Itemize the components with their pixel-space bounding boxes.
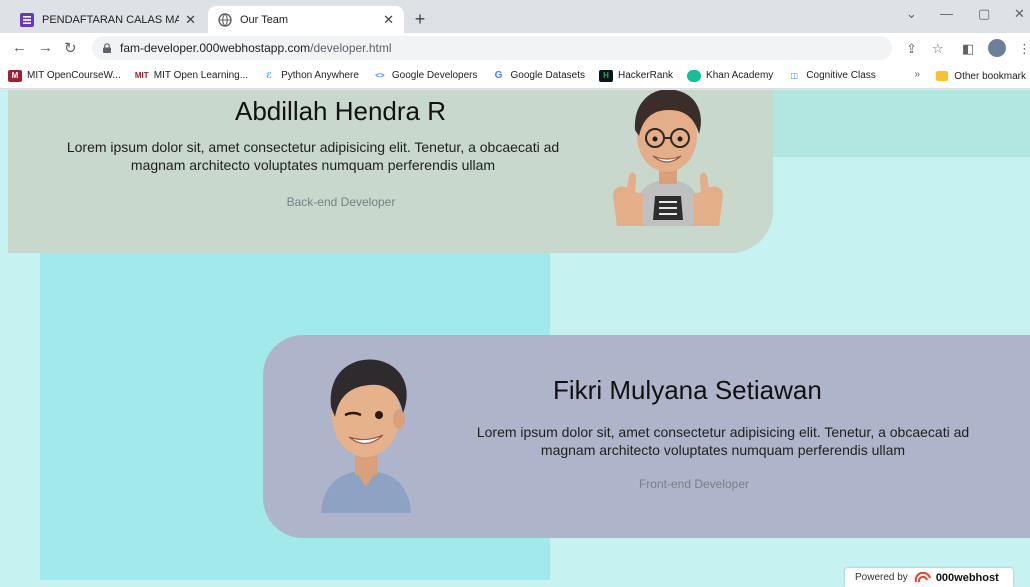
powered-by-badge[interactable]: Powered by 000webhost (845, 568, 1013, 587)
star-icon[interactable]: ☆ (932, 41, 944, 57)
hackerrank-icon: H (599, 69, 613, 82)
member-name: Fikri Mulyana Setiawan (553, 375, 822, 405)
member-description: Lorem ipsum dolor sit, amet consectetur … (28, 138, 598, 174)
team-member-card: Fikri Mulyana Setiawan Lorem ipsum dolor… (263, 335, 1030, 538)
share-icon[interactable]: ⇪ (906, 41, 917, 57)
bookmark-label: Cognitive Class (806, 70, 876, 81)
powered-by-brand: 000webhost (935, 571, 999, 584)
bookmark-item[interactable]: H HackerRank (599, 69, 674, 82)
bookmark-item[interactable]: Khan Academy (687, 69, 774, 82)
menu-icon[interactable]: ⋮ (1018, 41, 1030, 57)
browser-tab-strip: PENDAFTARAN CALAS MATHDA ✕ Our Team ✕ + … (0, 0, 1030, 33)
bookmarks-bar: M MIT OpenCourseW... MIT MIT Open Learni… (0, 63, 1030, 89)
python-icon: ℰ (262, 69, 277, 82)
description-line: magnam architecto voluptates numquam per… (540, 442, 906, 458)
restore-icon[interactable]: ▢ (978, 6, 990, 22)
other-bookmarks-label: Other bookmark (954, 70, 1026, 82)
bookmark-item[interactable]: ℰ Python Anywhere (262, 69, 359, 82)
member-name: Abdillah Hendra R (235, 96, 447, 126)
khan-icon (687, 69, 702, 82)
close-icon[interactable]: ✕ (383, 12, 394, 28)
bookmark-item[interactable]: MIT MIT Open Learning... (134, 69, 249, 82)
url-path: /developer.html (310, 41, 392, 55)
member-avatar-image (321, 359, 411, 513)
close-icon[interactable]: ✕ (185, 12, 196, 28)
tab-title: Our Team (240, 13, 289, 26)
forms-icon (20, 12, 34, 27)
description-line: Lorem ipsum dolor sit, amet consectetur … (476, 424, 970, 440)
tab-our-team[interactable]: Our Team ✕ (208, 6, 404, 33)
back-icon[interactable]: ← (12, 39, 27, 56)
bookmark-label: MIT Open Learning... (153, 70, 249, 81)
powered-by-text: Powered by (855, 572, 908, 583)
bookmark-label: HackerRank (618, 70, 674, 81)
bookmark-item[interactable]: G Google Datasets (491, 69, 586, 82)
browser-toolbar: ← → ↻ fam-developer.000webhostapp.com/de… (0, 33, 1030, 63)
team-member-card: Abdillah Hendra R Lorem ipsum dolor sit,… (8, 90, 773, 253)
bookmark-item[interactable]: <> Google Developers (372, 69, 478, 82)
mit-ocw-icon: M (8, 69, 22, 82)
google-icon: G (491, 69, 506, 82)
more-bookmarks-button[interactable]: » (914, 69, 920, 80)
url-host: fam-developer.000webhostapp.com (120, 41, 311, 55)
bookmark-item[interactable]: M MIT OpenCourseW... (8, 69, 121, 82)
bookmark-label: MIT OpenCourseW... (27, 70, 121, 81)
member-description: Lorem ipsum dolor sit, amet consectetur … (453, 423, 993, 459)
globe-icon (218, 12, 232, 27)
other-bookmarks-folder[interactable]: Other bookmark (936, 63, 1030, 88)
lock-icon (103, 43, 111, 53)
tab-pendaftaran[interactable]: PENDAFTARAN CALAS MATHDA ✕ (10, 6, 206, 33)
forward-icon[interactable]: → (38, 39, 53, 56)
background-block (770, 90, 1030, 157)
bookmark-label: Google Developers (391, 70, 478, 81)
mit-icon: MIT (134, 69, 149, 82)
reload-icon[interactable]: ↻ (64, 39, 77, 57)
member-avatar-image (613, 90, 723, 226)
member-role: Front-end Developer (638, 477, 750, 491)
new-tab-button[interactable]: + (408, 8, 432, 32)
bookmark-item[interactable]: ◫ Cognitive Class (787, 69, 876, 82)
tab-title: PENDAFTARAN CALAS MATHDA (42, 13, 180, 26)
code-icon: <> (372, 69, 387, 82)
minimize-icon[interactable]: — (940, 6, 953, 21)
side-panel-icon[interactable]: ◧ (962, 41, 974, 57)
page-viewport[interactable]: Abdillah Hendra R Lorem ipsum dolor sit,… (0, 90, 1030, 587)
address-bar[interactable]: fam-developer.000webhostapp.com/develope… (92, 36, 892, 60)
description-line: magnam architecto voluptates numquam per… (130, 157, 496, 173)
window-close-icon[interactable]: ✕ (1014, 6, 1025, 22)
chevron-down-icon[interactable]: ⌄ (906, 6, 917, 22)
bookmark-label: Khan Academy (706, 70, 774, 81)
bookmark-label: Google Datasets (510, 70, 586, 81)
member-role: Back-end Developer (286, 195, 396, 209)
description-line: Lorem ipsum dolor sit, amet consectetur … (66, 139, 560, 155)
profile-avatar[interactable] (988, 39, 1006, 57)
webhost-logo-icon (914, 571, 931, 582)
cognitive-icon: ◫ (787, 69, 802, 82)
folder-icon (936, 71, 949, 81)
bookmark-label: Python Anywhere (281, 70, 359, 81)
